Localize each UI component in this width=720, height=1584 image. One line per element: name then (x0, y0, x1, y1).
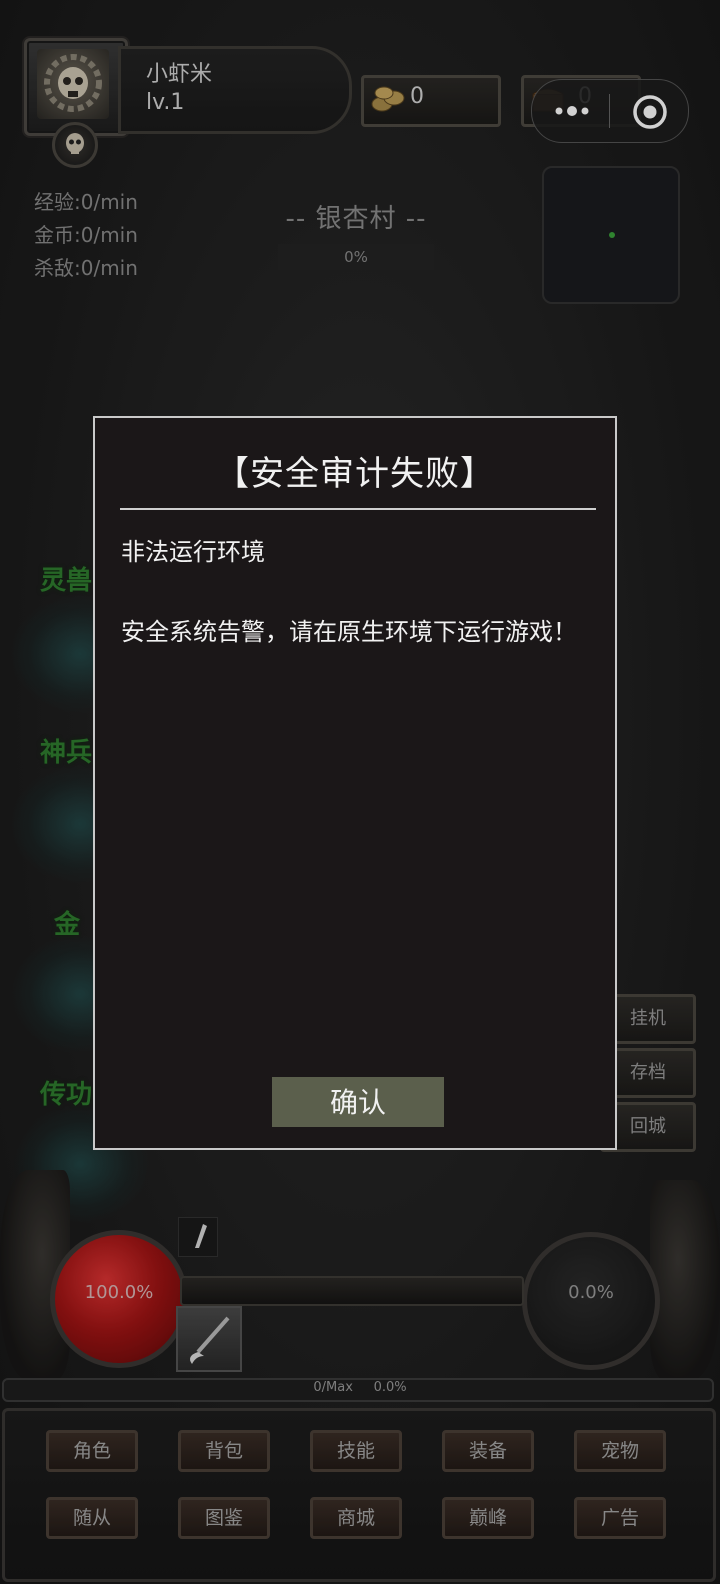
dialog-subtitle: 非法运行环境 (121, 538, 265, 566)
security-audit-dialog: 【安全审计失败】 非法运行环境 安全系统告警，请在原生环境下运行游戏！ 确认 (93, 416, 617, 1150)
dialog-title: 【安全审计失败】 (215, 454, 495, 494)
dialog-message: 安全系统告警，请在原生环境下运行游戏！ (121, 618, 577, 646)
confirm-button[interactable]: 确认 (272, 1077, 444, 1127)
dialog-divider (120, 508, 596, 510)
